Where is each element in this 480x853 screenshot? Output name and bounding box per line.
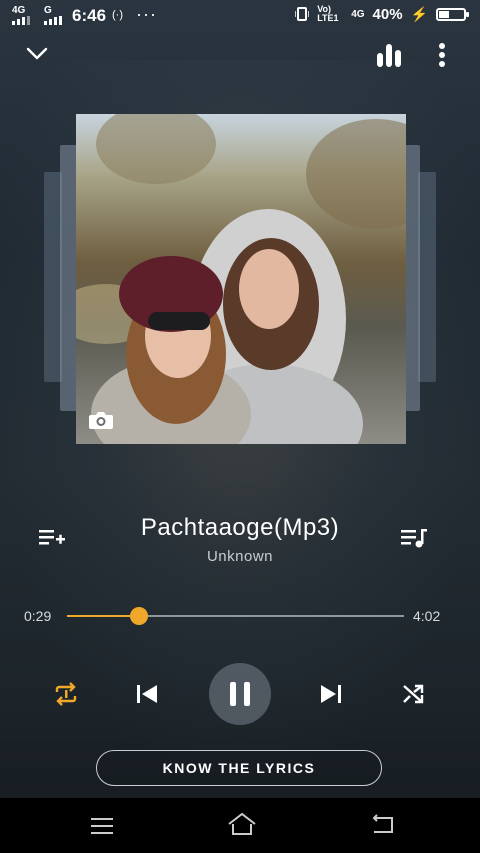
network-indicator-1: 4G xyxy=(12,6,38,25)
next-artwork-edge xyxy=(418,172,436,382)
network-indicator-2: G xyxy=(44,6,64,25)
menu-icon[interactable] xyxy=(90,816,114,836)
pause-icon xyxy=(230,682,250,706)
status-time: 6:46 xyxy=(72,6,107,25)
signal-icon xyxy=(12,16,30,25)
seek-progress xyxy=(67,615,140,617)
volte-label: Vo) LTE1 xyxy=(317,4,339,23)
hotspot-icon: (·) xyxy=(112,9,123,21)
seek-bar[interactable] xyxy=(67,607,404,625)
status-bar: 4G G 6:46 (·) ··· Vo) LTE1 4G 40% ⚡ xyxy=(0,0,480,32)
battery-percent: 40% xyxy=(372,5,403,23)
pause-button[interactable] xyxy=(209,663,271,725)
skip-next-icon[interactable] xyxy=(318,682,344,706)
track-artist: Unknown xyxy=(206,548,274,565)
network-label-3: 4G xyxy=(351,8,365,20)
system-nav-bar xyxy=(0,798,480,853)
skip-previous-icon[interactable] xyxy=(134,682,160,706)
playlist-add-icon[interactable] xyxy=(38,526,66,550)
charging-icon: ⚡ xyxy=(410,5,428,22)
camera-icon[interactable] xyxy=(88,409,114,431)
back-icon[interactable] xyxy=(370,814,396,836)
album-artwork[interactable] xyxy=(76,114,406,444)
equalizer-icon[interactable] xyxy=(376,42,402,68)
more-notifications-icon: ··· xyxy=(136,4,157,24)
chevron-down-icon[interactable] xyxy=(24,44,50,64)
time-elapsed: 0:29 xyxy=(24,608,52,624)
network-label-1: 4G xyxy=(12,5,26,16)
home-icon[interactable] xyxy=(227,811,257,837)
track-title: Pachtaaoge(Mp3) xyxy=(140,514,340,541)
status-right: Vo) LTE1 4G 40% ⚡ xyxy=(295,4,469,23)
more-vertical-icon[interactable] xyxy=(432,42,452,68)
time-total: 4:02 xyxy=(413,608,441,624)
vibrate-icon xyxy=(295,7,310,21)
signal-icon-2 xyxy=(44,16,62,25)
queue-music-icon[interactable] xyxy=(400,526,428,550)
shuffle-icon[interactable] xyxy=(400,682,426,706)
battery-icon xyxy=(436,7,469,21)
know-the-lyrics-button[interactable]: KNOW THE LYRICS xyxy=(96,750,382,786)
repeat-one-icon[interactable] xyxy=(52,681,80,707)
network-label-2: G xyxy=(44,5,52,16)
